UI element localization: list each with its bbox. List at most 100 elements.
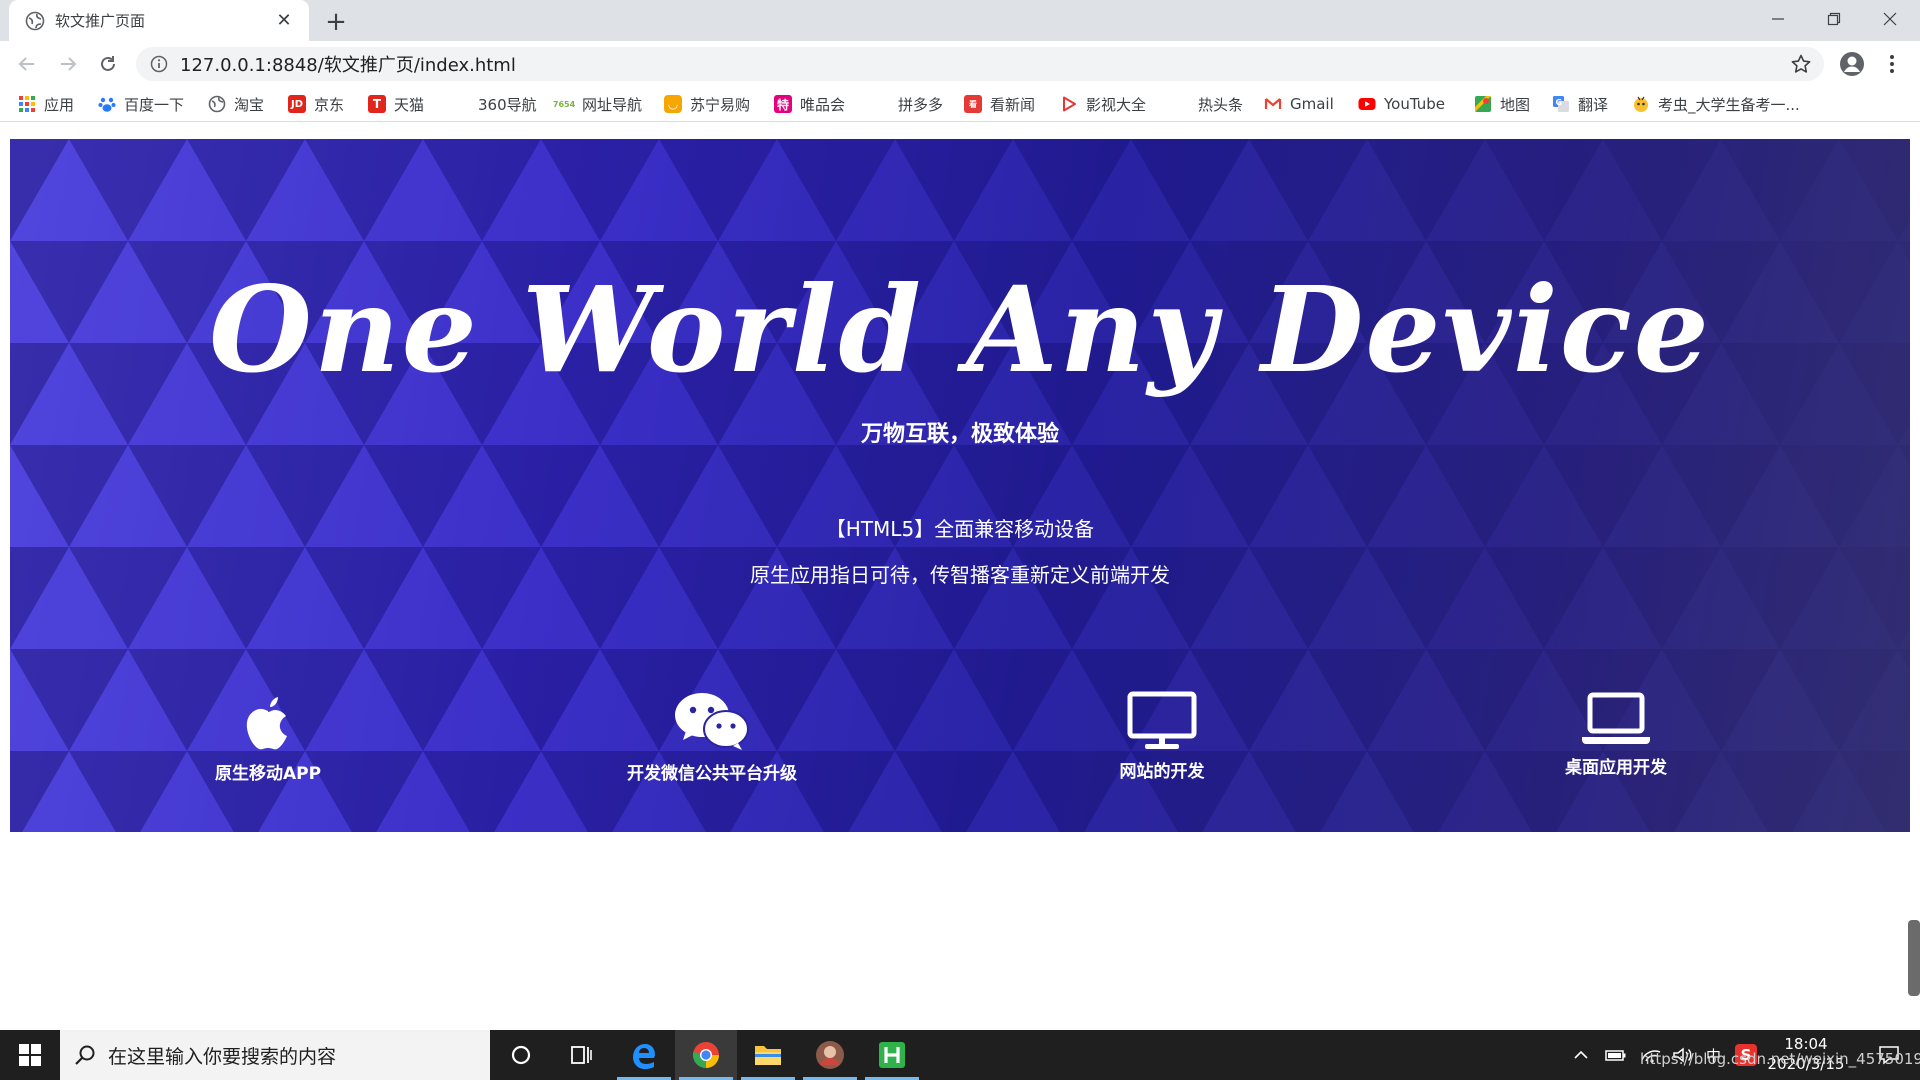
restore-icon (1827, 12, 1841, 26)
bookmark-label: 热头条 (1198, 95, 1244, 114)
windows-taskbar: 在这里输入你要搜索的内容 中 S 18:04 2020/3/15 (0, 1030, 1920, 1080)
wechat-icon (675, 693, 749, 750)
bookmark-label: 苏宁易购 (690, 95, 751, 114)
search-placeholder: 在这里输入你要搜索的内容 (108, 1045, 337, 1068)
gmail-icon (1264, 98, 1282, 109)
windows-logo-icon (19, 1044, 41, 1066)
monitor-icon (1127, 691, 1197, 749)
start-button[interactable] (0, 1030, 60, 1080)
translate-icon: G (1553, 96, 1569, 112)
taskbar-file-explorer[interactable] (737, 1030, 799, 1080)
back-button[interactable] (12, 49, 42, 79)
tab-strip: 软文推广页面 ✕ + (0, 0, 1920, 41)
feature-native-app[interactable]: 原生移动APP (138, 691, 398, 784)
bookmark-translate[interactable]: G 翻译 (1552, 93, 1608, 115)
globe-icon (25, 11, 45, 30)
hero-description-line-2: 原生应用指日可待，传智播客重新定义前端开发 (750, 563, 1170, 587)
bookmark-apps[interactable]: 应用 (18, 93, 74, 115)
new-tab-button[interactable]: + (322, 7, 350, 37)
bookmark-pinduoduo[interactable]: 拼多多 (898, 93, 943, 115)
apple-icon (246, 697, 287, 750)
close-window-button[interactable] (1862, 0, 1918, 38)
bookmark-label: 京东 (314, 95, 345, 114)
bookmark-suning[interactable]: ◡ 苏宁易购 (664, 93, 750, 115)
url-text[interactable]: 127.0.0.1:8848/软文推广页/index.html (180, 51, 516, 77)
browser-menu-button[interactable] (1880, 50, 1904, 78)
bookmark-vip[interactable]: 特 唯品会 (774, 93, 845, 115)
feature-label: 开发微信公共平台升级 (627, 764, 797, 784)
reload-button[interactable] (93, 49, 123, 79)
bookmark-youtube[interactable]: YouTube (1358, 93, 1445, 115)
taskbar-photo-app[interactable] (799, 1030, 861, 1080)
taskbar-search-box[interactable]: 在这里输入你要搜索的内容 (60, 1030, 490, 1080)
forward-button[interactable] (53, 49, 83, 79)
bookmark-7654[interactable]: 7654 网址导航 (552, 93, 642, 115)
bookmark-label: 360导航 (478, 95, 537, 114)
search-icon (75, 1045, 95, 1065)
bookmarks-bar: 应用 百度一下 淘宝 JD 京东 T 天猫 360导航 7654 网址导航 ◡ … (0, 86, 1920, 122)
apps-grid-icon (19, 96, 35, 112)
bookmark-taobao[interactable]: 淘宝 (208, 93, 264, 115)
feature-website[interactable]: 网站的开发 (1032, 691, 1292, 782)
bookmark-360[interactable]: 360导航 (478, 93, 537, 115)
bookmark-label: 淘宝 (234, 95, 265, 114)
hero-title: One World Any Device (209, 260, 1711, 399)
battery-icon[interactable] (1604, 1046, 1628, 1064)
bookmark-kaochong[interactable]: 考虫_大学生备考一... (1632, 93, 1800, 115)
bookmark-label: 天猫 (394, 95, 425, 114)
taskbar-chrome[interactable] (675, 1030, 737, 1080)
minimize-icon (1772, 18, 1784, 20)
bookmark-news[interactable]: 看 看新闻 (964, 93, 1035, 115)
page-viewport: One World Any Device 万物互联，极致体验 【HTML5】全面… (0, 123, 1920, 1030)
cortana-button[interactable] (490, 1030, 552, 1080)
browser-tab[interactable]: 软文推广页面 ✕ (9, 0, 309, 41)
arrow-left-icon (18, 57, 34, 71)
svg-text:G: G (1556, 98, 1563, 107)
tmall-icon: T (368, 95, 386, 113)
minimize-window-button[interactable] (1750, 0, 1806, 38)
close-tab-icon[interactable]: ✕ (273, 10, 295, 32)
profile-avatar-icon[interactable] (1838, 50, 1866, 78)
bookmark-star-icon[interactable] (1790, 53, 1812, 75)
folder-icon (755, 1046, 781, 1065)
arrow-right-icon (61, 57, 77, 71)
chevron-up-icon[interactable] (1572, 1046, 1590, 1064)
maps-icon (1475, 96, 1491, 112)
hero-subtitle: 万物互联，极致体验 (860, 422, 1059, 447)
news-icon: 看 (964, 95, 982, 113)
bookmark-tmall[interactable]: T 天猫 (368, 93, 424, 115)
bookmark-maps[interactable]: 地图 (1474, 93, 1530, 115)
bookmark-toutiao[interactable]: 热头条 (1198, 93, 1243, 115)
bookmark-video[interactable]: 影视大全 (1060, 93, 1146, 115)
bookmark-label: 影视大全 (1086, 95, 1147, 114)
taskbar-hbuilder[interactable] (861, 1030, 923, 1080)
vip-icon: 特 (774, 95, 792, 113)
bookmark-label: YouTube (1384, 95, 1445, 113)
play-icon (1063, 96, 1076, 112)
reload-icon (101, 56, 115, 71)
user-photo-icon (816, 1041, 844, 1069)
feature-desktop-app[interactable]: 桌面应用开发 (1486, 691, 1746, 778)
youtube-icon (1358, 98, 1376, 110)
feature-wechat-platform[interactable]: 开发微信公共平台升级 (582, 691, 842, 784)
bookmark-jd[interactable]: JD 京东 (288, 93, 344, 115)
bookmark-label: 看新闻 (990, 95, 1036, 114)
bookmark-gmail[interactable]: Gmail (1264, 93, 1334, 115)
scrollbar-thumb[interactable] (1908, 920, 1920, 996)
7654-icon: 7654 (552, 99, 576, 109)
info-icon[interactable] (150, 55, 168, 73)
task-view-button[interactable] (550, 1030, 612, 1080)
address-bar[interactable]: 127.0.0.1:8848/软文推广页/index.html (136, 47, 1824, 81)
watermark-text: https://blog.csdn.net/weixin_45750195 (1640, 1050, 1920, 1068)
taskbar-edge[interactable] (613, 1030, 675, 1080)
bookmark-label: Gmail (1290, 95, 1334, 113)
bookmark-label: 百度一下 (124, 95, 185, 114)
bookmark-label: 唯品会 (800, 95, 846, 114)
suning-icon: ◡ (664, 95, 682, 113)
bookmark-baidu[interactable]: 百度一下 (98, 93, 184, 115)
restore-window-button[interactable] (1806, 0, 1862, 38)
tab-title: 软文推广页面 (55, 12, 146, 30)
hero-description-line-1: 【HTML5】全面兼容移动设备 (825, 517, 1095, 541)
chrome-icon (692, 1042, 719, 1069)
bookmark-label: 翻译 (1578, 95, 1609, 114)
